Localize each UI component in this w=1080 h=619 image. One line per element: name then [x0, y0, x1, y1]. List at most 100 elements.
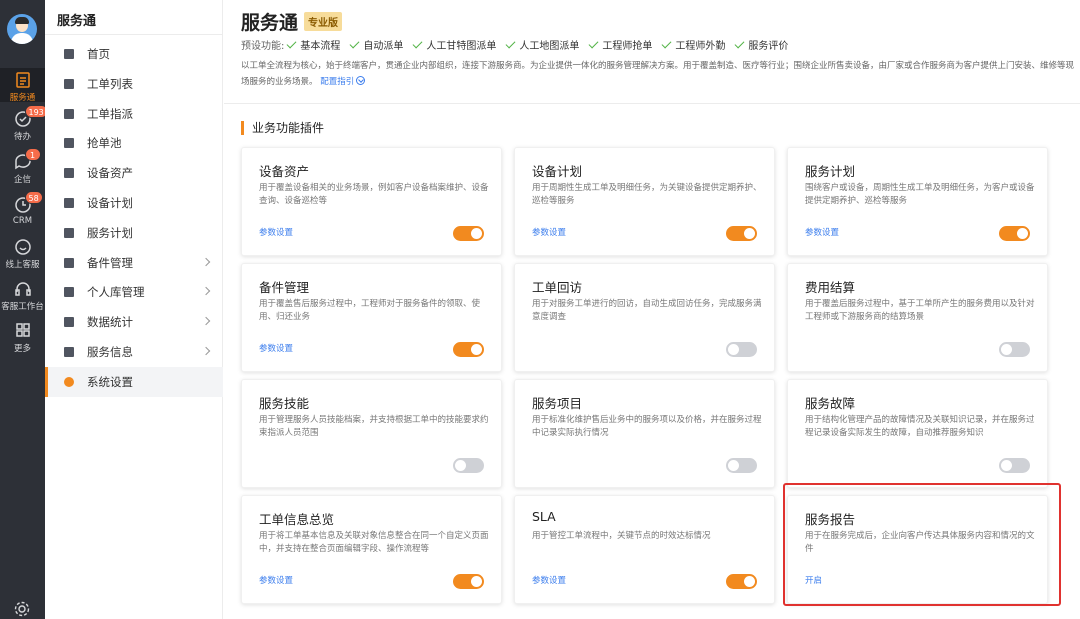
- plugin-toggle[interactable]: [453, 342, 484, 357]
- chat-badge: 1: [24, 148, 41, 161]
- plugin-toggle[interactable]: [726, 342, 757, 357]
- chevron-right-icon: [201, 287, 211, 296]
- guide-link[interactable]: 配置指引: [320, 76, 366, 87]
- settings-link[interactable]: 参数设置: [259, 226, 293, 238]
- rail-item-label: CRM: [12, 216, 33, 226]
- card-title: 费用结算: [805, 280, 856, 295]
- rail-item-online-service[interactable]: 线上客服: [0, 238, 45, 270]
- plugin-card: 费用结算用于覆盖后服务过程中，基于工单所产生的服务费用以及针对工程师或下游服务商…: [787, 263, 1048, 372]
- pool-icon: [64, 138, 74, 149]
- check-icon: [588, 38, 599, 48]
- rail-item-more[interactable]: 更多: [0, 322, 45, 354]
- card-description: 用于将工单基本信息及关联对象信息整合在同一个自定义页面中，并支持在整合页面编辑字…: [259, 531, 489, 554]
- app-rail: 服务通 193 待办 1 企信 58 CRM 线上客服 客服工作台 更多: [0, 0, 48, 619]
- sidebar-item-list[interactable]: 工单列表: [45, 69, 223, 99]
- rail-item-service[interactable]: 服务通: [0, 68, 45, 103]
- card-description: 用于管理服务人员技能档案，并支持根据工单中的技能要求约束指派人员范围: [259, 415, 489, 438]
- divider: [224, 103, 1080, 104]
- feature-item: 工程师外勤: [661, 37, 725, 52]
- plugin-card: 服务项目 用于标准化维护售后业务中的服务项以及价格，并在服务过程中记录实际执行情况: [514, 379, 775, 488]
- sidebar-item-parts[interactable]: 备件管理: [45, 248, 223, 278]
- section-title: 业务功能插件: [241, 121, 324, 135]
- feature-item: 自动派单: [349, 37, 403, 52]
- sidebar-item-info[interactable]: 服务信息: [45, 337, 223, 367]
- plugin-toggle[interactable]: [453, 458, 484, 473]
- sidebar-item-device[interactable]: 设备资产: [45, 158, 223, 188]
- rail-item-workbench[interactable]: 客服工作台: [0, 280, 45, 312]
- plugin-card: 服务技能 用于管理服务人员技能档案，并支持根据工单中的技能要求约束指派人员范围: [241, 379, 502, 488]
- card-title: 服务计划: [805, 164, 856, 179]
- check-icon: [734, 38, 745, 48]
- parts-icon: [64, 257, 74, 268]
- home-icon: [64, 49, 74, 59]
- plugin-toggle[interactable]: [453, 574, 484, 589]
- sidebar-item-settings[interactable]: 系统设置: [45, 366, 223, 397]
- plugin-toggle[interactable]: [999, 342, 1030, 357]
- card-description: 用于覆盖后服务过程中，基于工单所产生的服务费用以及针对工程师或下游服务商的结算场…: [805, 299, 1035, 322]
- plugin-toggle[interactable]: [453, 226, 484, 241]
- chevron-circle-icon: [356, 76, 366, 85]
- highlight-box: [783, 483, 1061, 606]
- card-description: 围绕客户或设备，周期性生成工单及明细任务，为客户或设备提供定期养护、巡检等服务: [805, 183, 1035, 206]
- plugin-card: 设备计划 用于周期性生成工单及明细任务，为关键设备提供定期养护、巡检等服务 参数设置: [514, 147, 775, 256]
- card-description: 用于管控工单流程中，关键节点的时效达标情况: [532, 531, 711, 541]
- card-title: 备件管理: [259, 280, 310, 295]
- card-description: 用于覆盖售后服务过程中，工程师对于服务备件的领取、使用、归还业务: [259, 299, 481, 322]
- settings-link[interactable]: 参数设置: [532, 226, 566, 238]
- sidebar-item-home[interactable]: 首页: [45, 39, 223, 69]
- sidebar-item-pool[interactable]: 抢单池: [45, 128, 223, 158]
- sidebar-item-assign[interactable]: 工单指派: [45, 99, 223, 129]
- check-icon: [349, 38, 360, 48]
- plugin-toggle[interactable]: [726, 574, 757, 589]
- sidebar-item-label: 首页: [87, 47, 110, 61]
- rail-item-label: 线上客服: [5, 260, 40, 270]
- check-icon: [661, 38, 672, 48]
- card-description: 用于标准化维护售后业务中的服务项以及价格，并在服务过程中记录实际执行情况: [532, 415, 762, 438]
- settings-icon: [64, 376, 74, 387]
- sidebar-item-chart[interactable]: 数据统计: [45, 307, 223, 337]
- card-title: 设备计划: [532, 164, 583, 179]
- sidebar-item-label: 系统设置: [87, 374, 133, 389]
- plugin-toggle[interactable]: [999, 458, 1030, 473]
- assign-icon: [64, 108, 74, 119]
- feature-item: 服务评价: [734, 37, 788, 52]
- rail-item-crm[interactable]: 58 CRM: [0, 191, 45, 228]
- settings-link[interactable]: 参数设置: [259, 342, 293, 354]
- sidebar-item-warehouse[interactable]: 个人库管理: [45, 277, 223, 307]
- rail-item-label: 服务通: [9, 93, 36, 103]
- rail-item-chat[interactable]: 1 企信: [0, 148, 45, 185]
- sidebar-item-device-plan[interactable]: 设备计划: [45, 188, 223, 218]
- avatar[interactable]: [7, 14, 37, 44]
- sidebar-item-label: 备件管理: [87, 255, 133, 270]
- chart-icon: [64, 317, 74, 328]
- crm-icon: 58: [13, 191, 43, 214]
- service-icon: [13, 71, 33, 89]
- chevron-right-icon: [201, 346, 211, 356]
- plugin-toggle[interactable]: [726, 458, 757, 473]
- divider: [45, 34, 223, 35]
- page-title: 服务通: [241, 12, 299, 34]
- settings-link[interactable]: 参数设置: [532, 574, 566, 586]
- settings-link[interactable]: 参数设置: [805, 226, 839, 238]
- device-plan-icon: [64, 198, 74, 208]
- features-label: 预设功能:: [241, 41, 285, 52]
- rail-item-label: 企信: [13, 175, 31, 185]
- settings-link[interactable]: 参数设置: [259, 574, 293, 586]
- card-title: 设备资产: [259, 164, 310, 179]
- sidebar-item-service-plan[interactable]: 服务计划: [45, 218, 223, 248]
- plugin-toggle[interactable]: [999, 226, 1030, 241]
- device-icon: [64, 168, 74, 179]
- feature-item: 人工甘特图派单: [412, 37, 496, 52]
- feature-item: 工程师抢单: [588, 37, 652, 52]
- warehouse-icon: [64, 287, 74, 298]
- gear-icon[interactable]: [13, 600, 31, 618]
- sidebar-item-label: 工单列表: [87, 76, 133, 91]
- plugin-toggle[interactable]: [726, 226, 757, 241]
- sidebar-title: 服务通: [57, 14, 97, 29]
- sidebar-item-label: 设备计划: [87, 196, 133, 210]
- edition-badge: 专业版: [304, 12, 343, 31]
- rail-item-todo[interactable]: 193 待办: [0, 105, 48, 142]
- description-text: 以工单全流程为核心，始于终端客户，贯通企业内部组织，连接下游服务商。为企业提供一…: [241, 61, 1075, 87]
- plugin-card: 服务故障 用于结构化管理产品的故障情况及关联知识记录，并在服务过程记录设备实际发生…: [787, 379, 1048, 488]
- plugin-card: 备件管理用于覆盖售后服务过程中，工程师对于服务备件的领取、使用、归还业务参数设置: [241, 263, 502, 372]
